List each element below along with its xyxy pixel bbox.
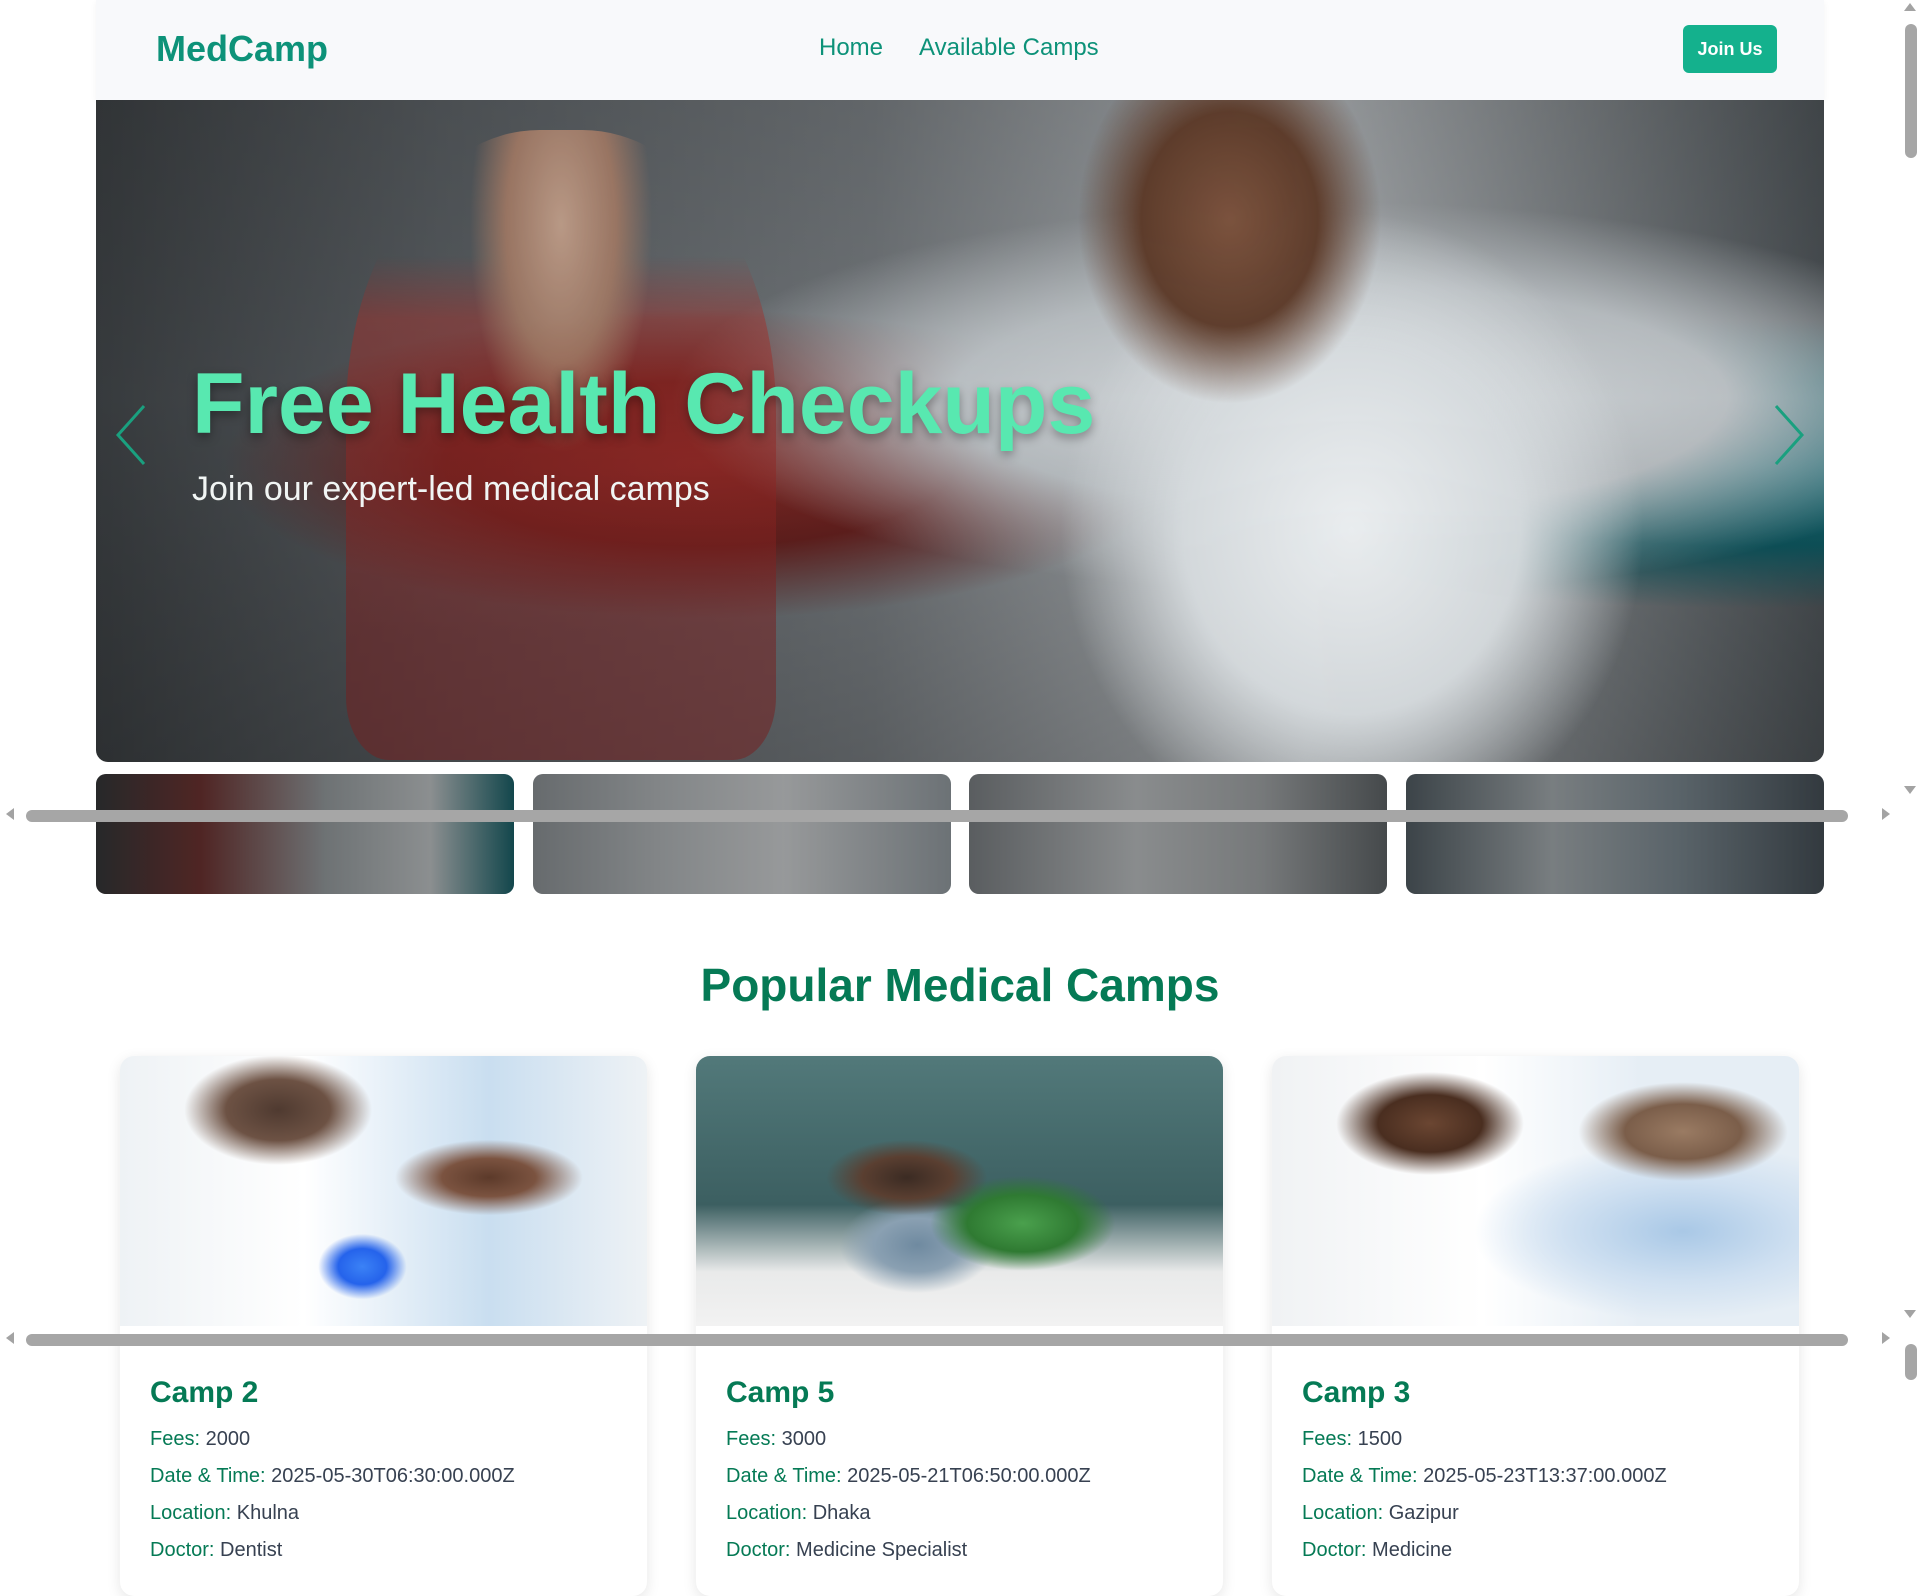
scroll-right-arrow-icon[interactable] — [1882, 1332, 1890, 1344]
fees-value: 2000 — [205, 1428, 251, 1450]
camp-card-body: Camp 3 Fees: 1500 Date & Time: 2025-05-2… — [1302, 1376, 1769, 1576]
location-label: Location: — [726, 1502, 808, 1524]
camp-fees: Fees: 1500 — [1302, 1428, 1769, 1451]
join-us-button[interactable]: Join Us — [1683, 25, 1777, 73]
datetime-value: 2025-05-30T06:30:00.000Z — [271, 1465, 515, 1487]
camp-location: Location: Khulna — [150, 1502, 617, 1525]
camp-location: Location: Dhaka — [726, 1502, 1193, 1525]
carousel-thumbnail[interactable] — [96, 774, 514, 894]
nav-link-available-camps[interactable]: Available Camps — [919, 34, 1099, 62]
doctor-label: Doctor: — [726, 1539, 791, 1561]
doctor-label: Doctor: — [1302, 1539, 1367, 1561]
scrollbar-thumb[interactable] — [1905, 1344, 1917, 1380]
doctor-value: Medicine Specialist — [796, 1539, 968, 1561]
carousel-thumbnail[interactable] — [1406, 774, 1824, 894]
camp-title: Camp 3 — [1302, 1376, 1411, 1409]
datetime-value: 2025-05-23T13:37:00.000Z — [1423, 1465, 1667, 1487]
camp-card[interactable]: Camp 5 Fees: 3000 Date & Time: 2025-05-2… — [696, 1056, 1223, 1596]
thumbnail-overlay — [1406, 774, 1824, 894]
nav-links: Home Available Camps — [819, 34, 1099, 62]
scrollbar-thumb[interactable] — [1905, 24, 1917, 158]
datetime-value: 2025-05-21T06:50:00.000Z — [847, 1465, 1091, 1487]
scroll-down-arrow-icon[interactable] — [1904, 1310, 1916, 1318]
camp-fees: Fees: 2000 — [150, 1428, 617, 1451]
scroll-right-arrow-icon[interactable] — [1882, 808, 1890, 820]
camp-datetime: Date & Time: 2025-05-21T06:50:00.000Z — [726, 1465, 1193, 1488]
scrollbar-thumb[interactable] — [26, 1334, 1848, 1346]
scroll-left-arrow-icon[interactable] — [6, 808, 14, 820]
camp-title: Camp 5 — [726, 1376, 835, 1409]
hero-subtitle: Join our expert-led medical camps — [192, 470, 710, 508]
camp-title: Camp 2 — [150, 1376, 259, 1409]
camp-card[interactable]: Camp 2 Fees: 2000 Date & Time: 2025-05-3… — [120, 1056, 647, 1596]
scroll-up-arrow-icon[interactable] — [1904, 3, 1916, 11]
page: MedCamp Home Available Camps Join Us Fre… — [0, 0, 1920, 1596]
navbar: MedCamp Home Available Camps Join Us — [96, 0, 1824, 100]
datetime-label: Date & Time: — [1302, 1465, 1418, 1487]
hero-title: Free Health Checkups — [192, 356, 1096, 452]
horizontal-scrollbar[interactable] — [0, 1329, 1920, 1347]
doctor-value: Dentist — [220, 1539, 283, 1561]
camp-datetime: Date & Time: 2025-05-23T13:37:00.000Z — [1302, 1465, 1769, 1488]
location-value: Khulna — [236, 1502, 300, 1524]
chevron-right-icon — [1774, 404, 1805, 466]
camp-card-body: Camp 2 Fees: 2000 Date & Time: 2025-05-3… — [150, 1376, 617, 1576]
scrollbar-thumb[interactable] — [26, 810, 1848, 822]
camp-image — [120, 1056, 647, 1326]
location-label: Location: — [150, 1502, 232, 1524]
fees-value: 1500 — [1357, 1428, 1403, 1450]
hero-prev-button[interactable] — [102, 395, 162, 475]
camp-image — [1272, 1056, 1799, 1326]
camp-doctor: Doctor: Dentist — [150, 1539, 617, 1562]
nav-link-home[interactable]: Home — [819, 34, 883, 62]
chevron-left-icon — [115, 404, 146, 466]
brand-logo[interactable]: MedCamp — [156, 28, 328, 70]
doctor-label: Doctor: — [150, 1539, 215, 1561]
fees-value: 3000 — [781, 1428, 827, 1450]
thumbnail-overlay — [533, 774, 951, 894]
camp-doctor: Doctor: Medicine Specialist — [726, 1539, 1193, 1562]
horizontal-scrollbar[interactable] — [0, 805, 1920, 823]
fees-label: Fees: — [150, 1428, 201, 1450]
carousel-thumbnails — [96, 774, 1824, 894]
scroll-down-arrow-icon[interactable] — [1904, 786, 1916, 794]
location-label: Location: — [1302, 1502, 1384, 1524]
vertical-scrollbar[interactable] — [1900, 0, 1920, 1575]
carousel-thumbnail[interactable] — [533, 774, 951, 894]
section-title: Popular Medical Camps — [700, 959, 1220, 1011]
thumbnail-overlay — [969, 774, 1387, 894]
fees-label: Fees: — [1302, 1428, 1353, 1450]
thumbnail-overlay — [96, 774, 514, 894]
camp-card-body: Camp 5 Fees: 3000 Date & Time: 2025-05-2… — [726, 1376, 1193, 1576]
camp-datetime: Date & Time: 2025-05-30T06:30:00.000Z — [150, 1465, 617, 1488]
scroll-left-arrow-icon[interactable] — [6, 1332, 14, 1344]
carousel-thumbnail[interactable] — [969, 774, 1387, 894]
camp-location: Location: Gazipur — [1302, 1502, 1769, 1525]
camp-fees: Fees: 3000 — [726, 1428, 1193, 1451]
camp-doctor: Doctor: Medicine — [1302, 1539, 1769, 1562]
location-value: Gazipur — [1388, 1502, 1459, 1524]
fees-label: Fees: — [726, 1428, 777, 1450]
camp-card[interactable]: Camp 3 Fees: 1500 Date & Time: 2025-05-2… — [1272, 1056, 1799, 1596]
doctor-value: Medicine — [1372, 1539, 1453, 1561]
location-value: Dhaka — [812, 1502, 871, 1524]
hero-next-button[interactable] — [1758, 395, 1818, 475]
datetime-label: Date & Time: — [726, 1465, 842, 1487]
camp-image — [696, 1056, 1223, 1326]
datetime-label: Date & Time: — [150, 1465, 266, 1487]
hero-carousel: Free Health Checkups Join our expert-led… — [96, 100, 1824, 762]
